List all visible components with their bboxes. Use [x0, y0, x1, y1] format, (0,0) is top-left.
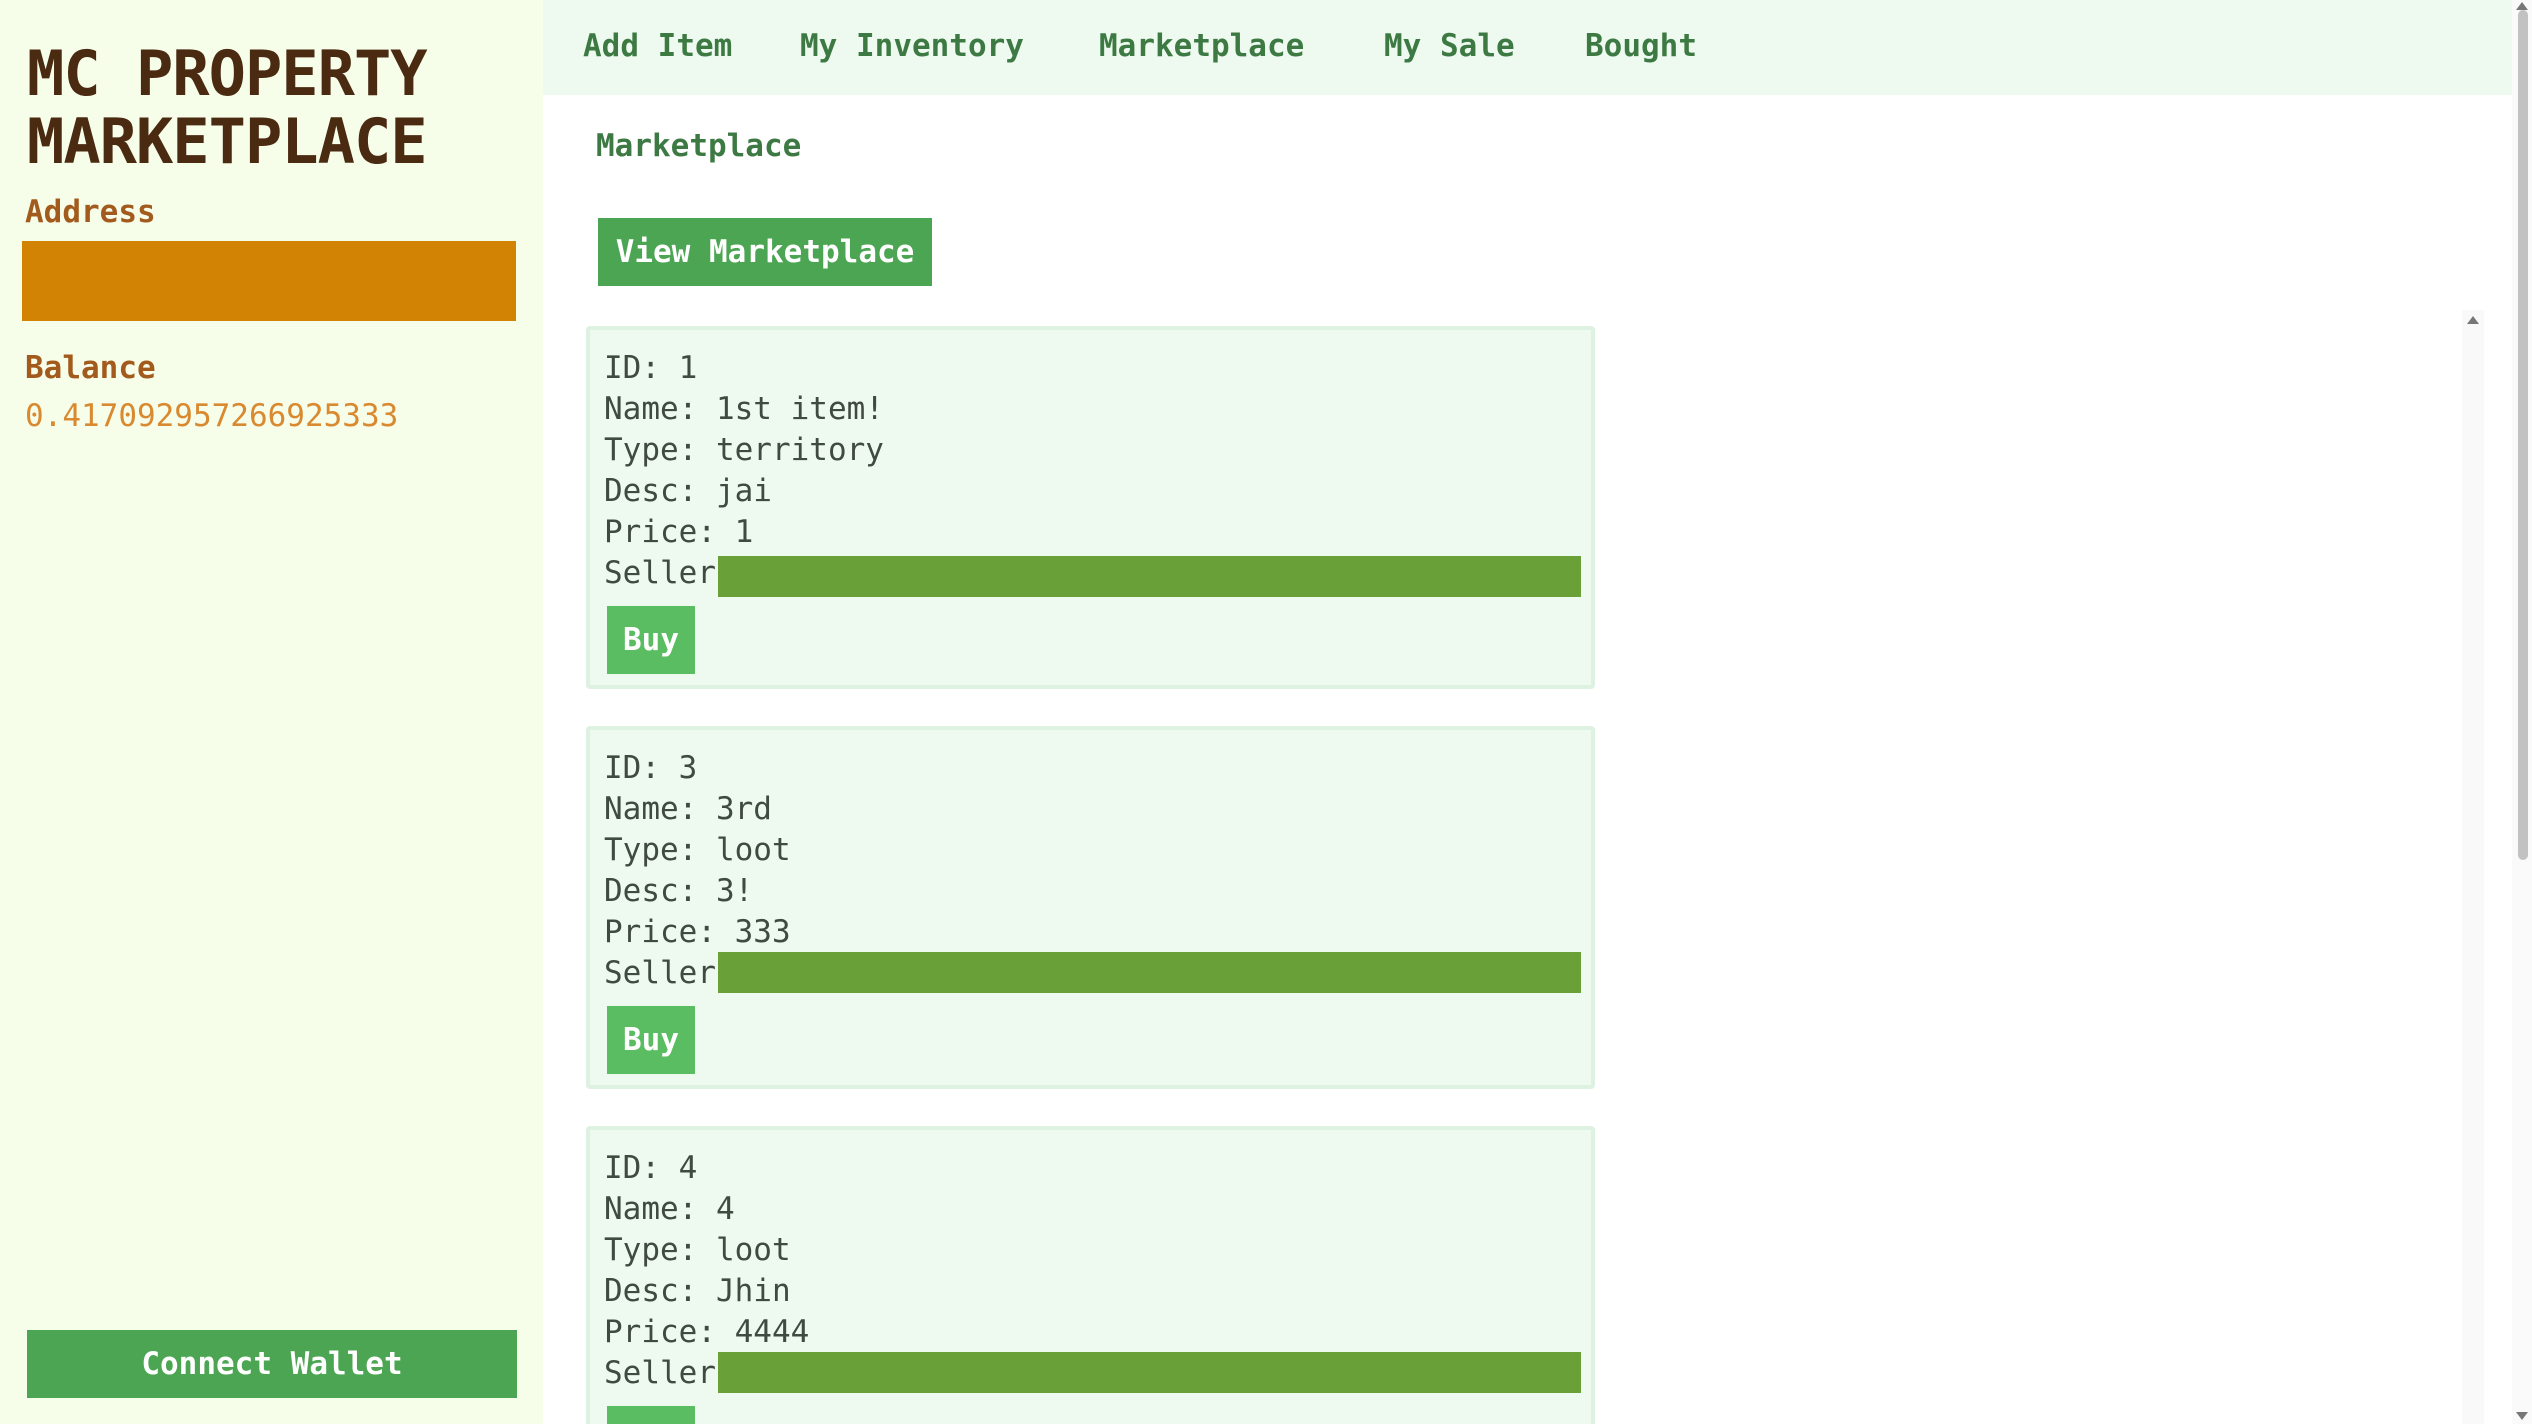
- address-value-box: [22, 241, 516, 321]
- item-name: Name: 3rd: [604, 791, 772, 827]
- balance-value: 0.417092957266925333: [25, 398, 399, 434]
- item-desc: Desc: jai: [604, 473, 772, 509]
- seller-address-bar: [718, 556, 1581, 597]
- item-type: Type: loot: [604, 1232, 791, 1268]
- nav-my-sale[interactable]: My Sale: [1384, 28, 1515, 64]
- buy-button[interactable]: Buy: [607, 606, 695, 674]
- item-card: ID: 1 Name: 1st item! Type: territory De…: [586, 326, 1595, 689]
- item-seller-label: Seller:: [604, 555, 735, 591]
- nav-add-item[interactable]: Add Item: [583, 28, 732, 64]
- sidebar: MC PROPERTY MARKETPLACE Address Balance …: [0, 0, 543, 1424]
- item-price: Price: 4444: [604, 1314, 810, 1350]
- item-type: Type: loot: [604, 832, 791, 868]
- app-title: MC PROPERTY MARKETPLACE: [27, 37, 428, 178]
- item-type: Type: territory: [604, 432, 884, 468]
- balance-label: Balance: [25, 350, 156, 386]
- page-scroll-up-icon[interactable]: [2516, 2, 2528, 10]
- item-card: ID: 4 Name: 4 Type: loot Desc: Jhin Pric…: [586, 1126, 1595, 1424]
- connect-wallet-button[interactable]: Connect Wallet: [27, 1330, 517, 1398]
- nav-bought[interactable]: Bought: [1585, 28, 1697, 64]
- page-scrollbar-thumb[interactable]: [2518, 10, 2528, 860]
- nav-my-inventory[interactable]: My Inventory: [800, 28, 1024, 64]
- item-desc: Desc: 3!: [604, 873, 754, 909]
- item-desc: Desc: Jhin: [604, 1273, 791, 1309]
- scroll-up-arrow-icon[interactable]: [2467, 316, 2479, 324]
- item-seller-label: Seller:: [604, 955, 735, 991]
- item-seller-label: Seller:: [604, 1355, 735, 1391]
- nav-marketplace[interactable]: Marketplace: [1099, 28, 1304, 64]
- item-name: Name: 4: [604, 1191, 735, 1227]
- item-id: ID: 3: [604, 750, 698, 786]
- list-scrollbar[interactable]: [2462, 310, 2484, 1424]
- item-id: ID: 1: [604, 350, 698, 386]
- page-title: Marketplace: [596, 128, 802, 164]
- item-price: Price: 333: [604, 914, 791, 950]
- seller-address-bar: [718, 952, 1581, 993]
- seller-address-bar: [718, 1352, 1581, 1393]
- item-id: ID: 4: [604, 1150, 698, 1186]
- buy-button[interactable]: Buy: [607, 1406, 695, 1424]
- address-label: Address: [25, 194, 156, 230]
- item-card: ID: 3 Name: 3rd Type: loot Desc: 3! Pric…: [586, 726, 1595, 1089]
- top-nav: Add Item My Inventory Marketplace My Sal…: [543, 0, 2512, 95]
- page-scroll-down-icon[interactable]: [2516, 1412, 2528, 1420]
- view-marketplace-button[interactable]: View Marketplace: [598, 218, 932, 286]
- item-name: Name: 1st item!: [604, 391, 884, 427]
- item-price: Price: 1: [604, 514, 754, 550]
- buy-button[interactable]: Buy: [607, 1006, 695, 1074]
